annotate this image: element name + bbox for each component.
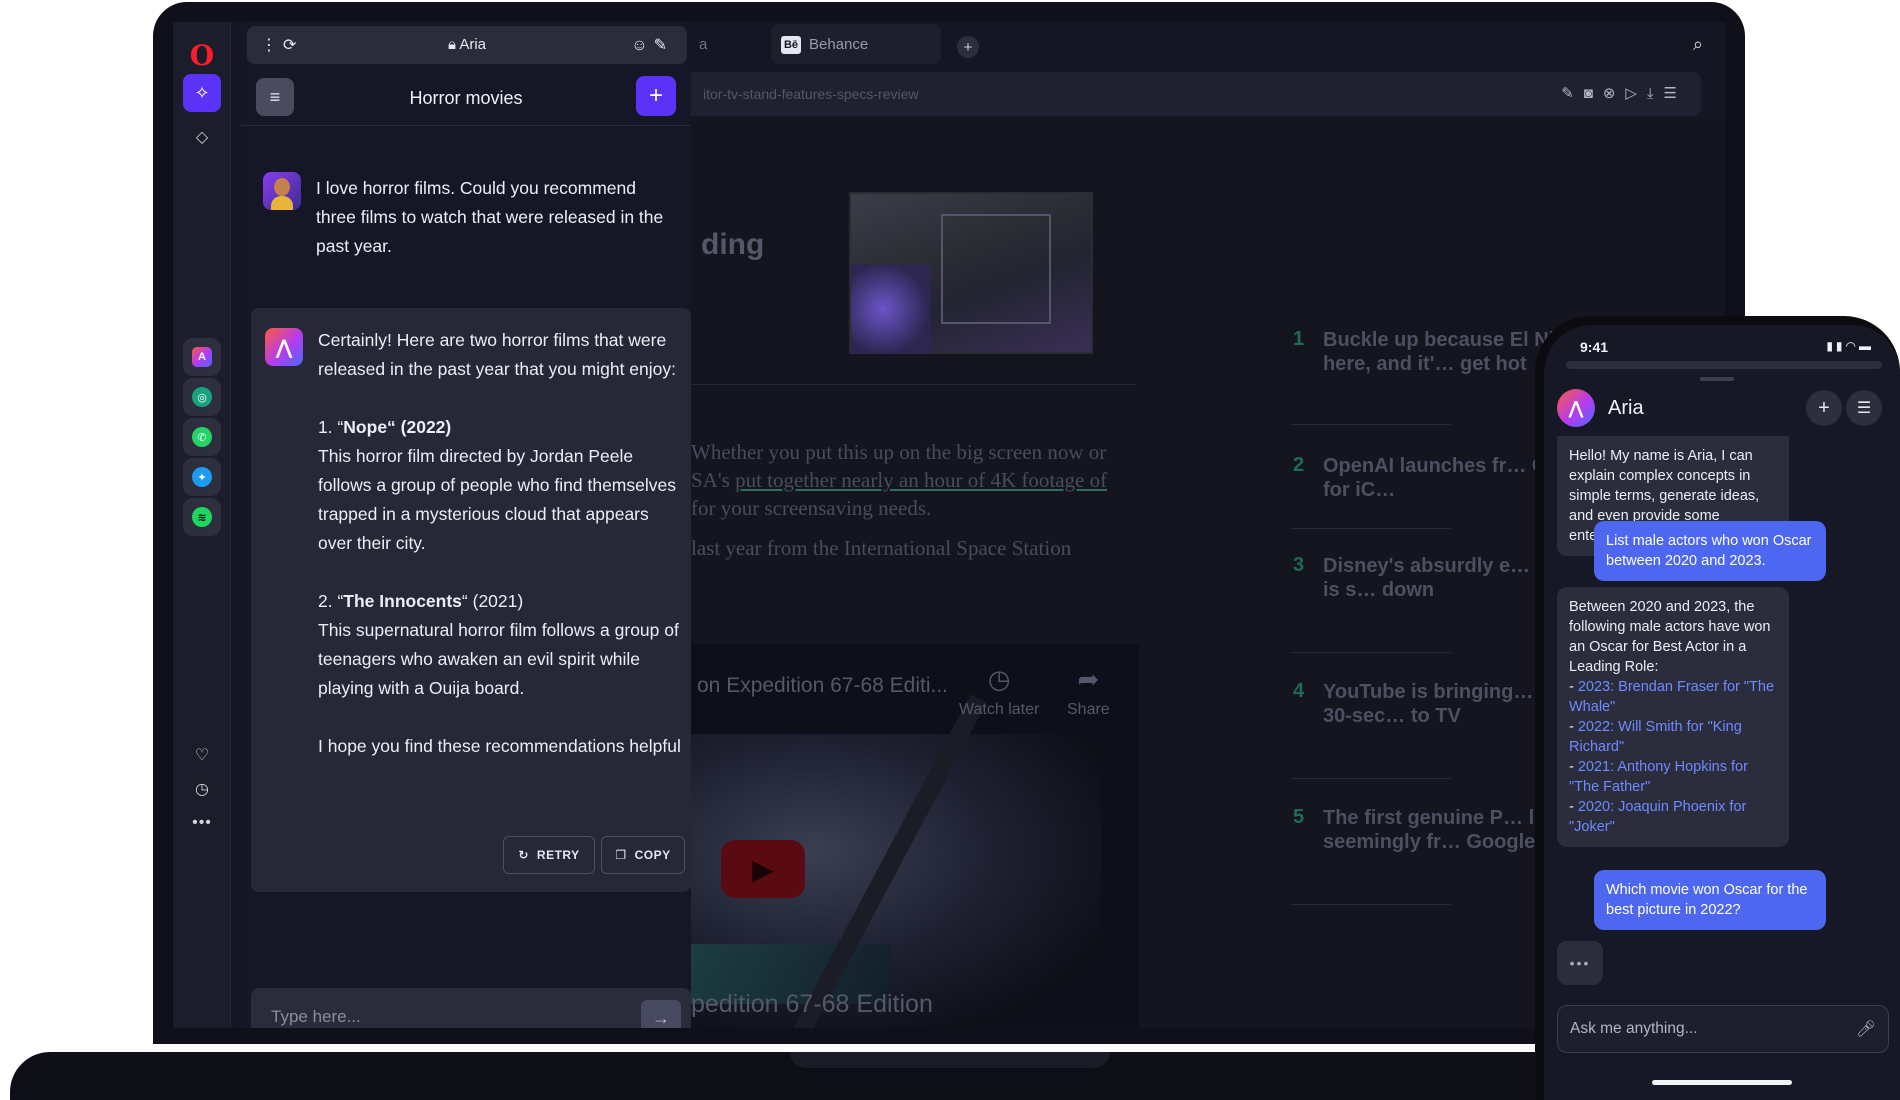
- bot-message: Between 2020 and 2023, the following mal…: [1557, 587, 1789, 847]
- video-caption: pedition 67-68 Edition: [691, 990, 933, 1018]
- copy-button[interactable]: ❐ COPY: [601, 836, 685, 874]
- avatar: [263, 172, 301, 210]
- new-chat-button[interactable]: +: [636, 76, 676, 116]
- hero-image: [849, 192, 1093, 354]
- browser-window: O ✧ ◇ A ◎ ✆ ✦ ≋ ♡ ◷ ••• ⋮⟳ 🔒︎ Aria ☺✎ ≡ …: [173, 22, 1725, 1028]
- new-chat-button[interactable]: +: [1806, 390, 1842, 426]
- aria-panel: ⋮⟳ 🔒︎ Aria ☺✎ ≡ Horror movies + I love h…: [241, 22, 691, 1028]
- chat-list-button[interactable]: ☰: [1846, 390, 1882, 426]
- user-message: List male actors who won Oscar between 2…: [1594, 521, 1826, 581]
- tab-behance-label: Behance: [809, 36, 869, 53]
- film1-heading: 1. “Nope“ (2022): [318, 417, 452, 437]
- microphone-icon[interactable]: 🎤︎: [1856, 1019, 1876, 1039]
- plus-icon: +: [1818, 396, 1830, 419]
- bot-response-text: Certainly! Here are two horror films tha…: [318, 326, 683, 761]
- browser-sidebar: O ✧ ◇ A ◎ ✆ ✦ ≋ ♡ ◷ •••: [173, 22, 231, 1028]
- retry-button[interactable]: ↻ RETRY: [503, 836, 595, 874]
- plus-icon: +: [648, 82, 663, 109]
- retry-icon: ↻: [518, 848, 529, 862]
- twitter-app-icon[interactable]: ✦: [183, 458, 221, 496]
- film1-desc: This horror film directed by Jordan Peel…: [318, 446, 676, 553]
- tab-bar: a Bē Behance + ⌕: [691, 22, 1725, 70]
- diamond-icon[interactable]: ◇: [183, 118, 221, 156]
- video-player[interactable]: on Expedition 67-68 Editi... ◷ Watch lat…: [691, 644, 1139, 1028]
- article-heading: ding: [701, 228, 765, 261]
- ask-placeholder: Ask me anything...: [1570, 1020, 1698, 1037]
- bot-intro: Certainly! Here are two horror films tha…: [318, 330, 676, 379]
- watch-later-button[interactable]: ◷ Watch later: [959, 664, 1039, 719]
- status-time: 9:41: [1580, 339, 1609, 355]
- typing-indicator: •••: [1557, 941, 1603, 985]
- article-body: Whether you put this up on the big scree…: [691, 440, 1108, 560]
- status-icons: ▮▮◠▬: [1826, 339, 1874, 353]
- film2-desc: This supernatural horror film follows a …: [318, 620, 679, 698]
- clock-icon: ◷: [987, 664, 1011, 694]
- ask-input[interactable]: Ask me anything... 🎤︎: [1557, 1005, 1889, 1053]
- chatgpt-app-icon[interactable]: ◎: [183, 378, 221, 416]
- bot-response-card: ⋀ Certainly! Here are two horror films t…: [251, 308, 691, 892]
- more-dots-icon[interactable]: •••: [189, 810, 215, 836]
- phone-screen: 9:41 ▮▮◠▬ ⋀ Aria + ☰ Hello! My name is A…: [1544, 325, 1900, 1100]
- phone-title: Aria: [1608, 397, 1644, 419]
- user-message-text: I love horror films. Could you recommend…: [316, 178, 664, 256]
- whatsapp-app-icon[interactable]: ✆: [183, 418, 221, 456]
- list-icon: ☰: [1856, 400, 1872, 417]
- send-button[interactable]: →: [641, 1000, 681, 1028]
- home-indicator[interactable]: [1652, 1080, 1792, 1085]
- chat-header: ≡ Horror movies +: [241, 70, 691, 126]
- toolbar-icons[interactable]: ✎◙⊗▷⤓☰: [1561, 84, 1687, 102]
- spotify-app-icon[interactable]: ≋: [183, 498, 221, 536]
- article-link[interactable]: put together nearly an hour of 4K footag…: [735, 468, 1107, 492]
- panel-topbar-title: 🔒︎ Aria: [447, 36, 486, 53]
- divider: [691, 384, 1136, 385]
- play-icon: ▶: [752, 853, 774, 885]
- url-text: itor-tv-stand-features-specs-review: [703, 86, 919, 102]
- address-bar[interactable]: itor-tv-stand-features-specs-review ✎◙⊗▷…: [691, 72, 1701, 116]
- aria-sidebar-button[interactable]: ✧: [183, 74, 221, 112]
- phone-header-strip: [1566, 361, 1882, 369]
- copy-icon: ❐: [615, 848, 627, 862]
- chat-input-placeholder: Type here...: [271, 1007, 361, 1026]
- share-icon: ➦: [1077, 664, 1100, 694]
- opera-logo-icon[interactable]: O: [183, 36, 221, 74]
- history-clock-icon[interactable]: ◷: [189, 776, 215, 802]
- arrow-right-icon: →: [652, 1007, 670, 1028]
- heart-icon[interactable]: ♡: [189, 742, 215, 768]
- new-tab-button[interactable]: +: [957, 36, 979, 58]
- panel-emoji-pin-icons[interactable]: ☺✎: [631, 35, 673, 55]
- tab-behance[interactable]: Bē Behance: [771, 24, 941, 64]
- bot-outro: I hope you find these recommendations he…: [318, 736, 681, 756]
- plus-icon: +: [963, 38, 973, 56]
- aria-logo-icon: ⋀: [1557, 389, 1595, 427]
- behance-icon: Bē: [781, 36, 801, 54]
- search-icon[interactable]: ⌕: [1693, 34, 1703, 55]
- sparkle-icon: ✧: [194, 82, 210, 103]
- lock-icon: 🔒︎: [447, 36, 456, 53]
- play-button[interactable]: ▶: [721, 840, 805, 898]
- sheet-grabber[interactable]: [1700, 377, 1734, 381]
- laptop-notch: [790, 1052, 1110, 1068]
- aria-logo-icon: ⋀: [265, 328, 303, 366]
- aria-app-icon[interactable]: A: [183, 338, 221, 376]
- film2-heading: 2. “The Innocents“ (2021): [318, 591, 524, 611]
- chat-input[interactable]: Type here... →: [251, 988, 691, 1028]
- panel-topbar: ⋮⟳ 🔒︎ Aria ☺✎: [247, 26, 687, 64]
- share-button[interactable]: ➦ Share: [1067, 664, 1110, 719]
- video-title: on Expedition 67-68 Editi...: [697, 674, 948, 697]
- tab-partial[interactable]: a: [691, 24, 761, 64]
- user-message: Which movie won Oscar for the best pictu…: [1594, 870, 1826, 930]
- chat-title: Horror movies: [409, 88, 523, 108]
